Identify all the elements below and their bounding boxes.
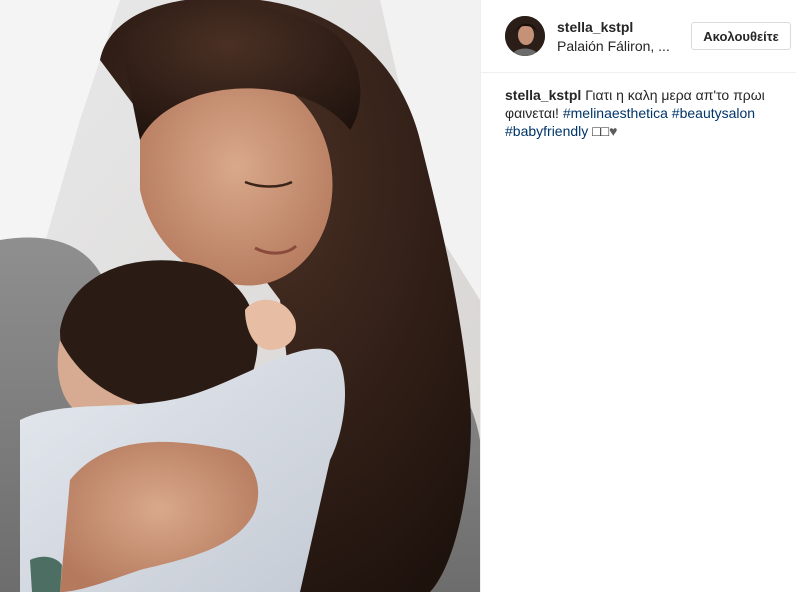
- post-caption: stella_kstpl Γιατι η καλη μερα απ'το πρωι…: [505, 86, 785, 140]
- caption-text-line2: φαινεται!: [505, 105, 559, 121]
- post-header: stella_kstpl Palaión Fáliron, ... Ακολου…: [481, 0, 796, 73]
- following-button[interactable]: Ακολουθείτε: [691, 22, 791, 50]
- hashtag-link[interactable]: #beautysalon: [672, 105, 755, 121]
- post-photo[interactable]: [0, 0, 480, 592]
- location-link[interactable]: Palaión Fáliron, ...: [557, 38, 670, 54]
- avatar-image: [505, 16, 545, 56]
- instagram-post: stella_kstpl Palaión Fáliron, ... Ακολου…: [0, 0, 796, 592]
- hashtag-link[interactable]: #melinaesthetica: [563, 105, 668, 121]
- avatar[interactable]: [505, 16, 545, 56]
- caption-username-link[interactable]: stella_kstpl: [505, 87, 581, 103]
- username-link[interactable]: stella_kstpl: [557, 19, 633, 35]
- hashtag-link[interactable]: #babyfriendly: [505, 123, 588, 139]
- heart-icon: ♥: [609, 123, 618, 139]
- photo-mother-baby-image: [0, 0, 480, 592]
- post-sidebar: stella_kstpl Palaión Fáliron, ... Ακολου…: [480, 0, 796, 592]
- emoji-placeholder-boxes: □□: [592, 123, 610, 139]
- caption-text-line1: Γιατι η καλη μερα απ'το πρωι: [585, 87, 765, 103]
